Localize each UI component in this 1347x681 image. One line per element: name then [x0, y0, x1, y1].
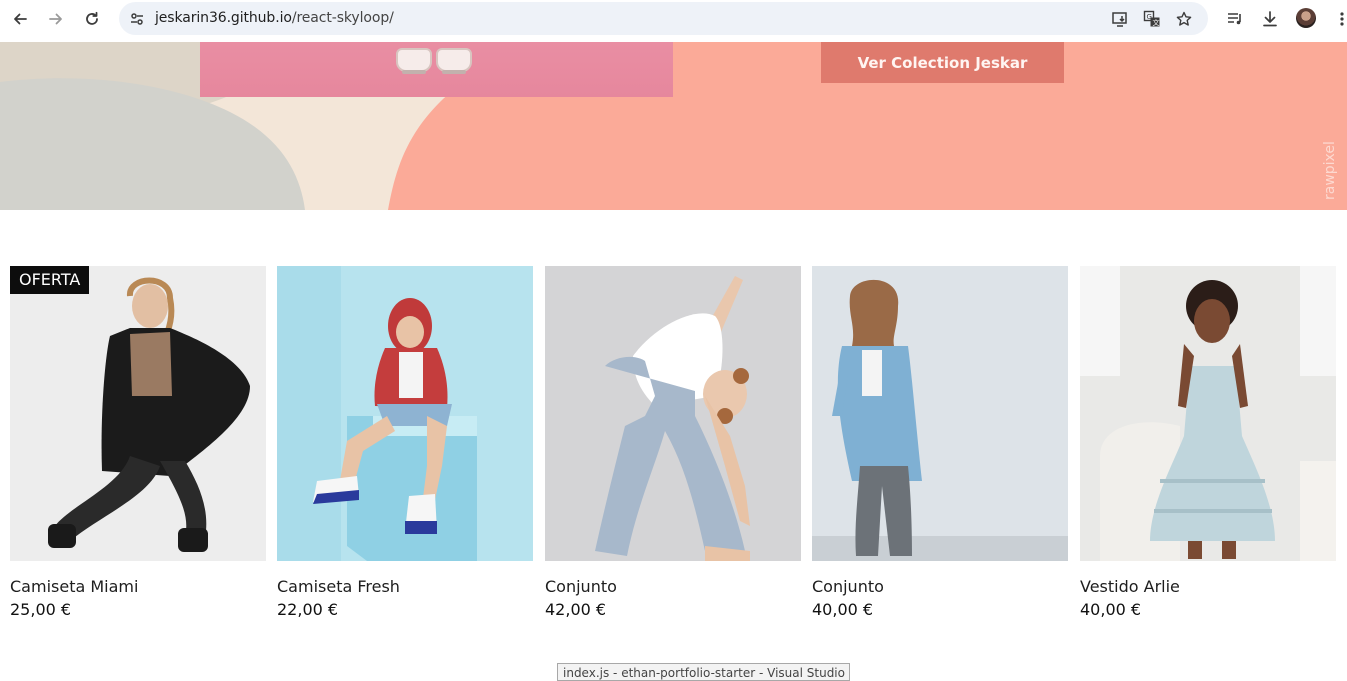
shoe-right — [436, 48, 472, 74]
product-name[interactable]: Conjunto — [545, 577, 617, 596]
product-price: 22,00 € — [277, 600, 339, 619]
hero-photo — [200, 42, 673, 97]
forward-arrow-icon[interactable] — [42, 5, 70, 33]
oferta-badge: OFERTA — [10, 266, 90, 294]
bookmark-star-icon[interactable] — [1170, 2, 1198, 35]
rawpixel-watermark: rawpixel — [1322, 141, 1338, 200]
product-image[interactable] — [1080, 266, 1336, 561]
product-card[interactable]: Conjunto 40,00 € — [812, 266, 1068, 619]
product-name[interactable]: Camiseta Miami — [10, 577, 138, 596]
download-icon[interactable] — [1256, 5, 1284, 33]
shoe-left — [396, 48, 432, 74]
product-name[interactable]: Conjunto — [812, 577, 884, 596]
product-price: 40,00 € — [1080, 600, 1142, 619]
browser-toolbar: jeskarin36.github.io/react-skyloop/ G文 — [0, 0, 1347, 38]
ver-colection-button[interactable]: Ver Colection Jeskar — [821, 42, 1064, 83]
translate-icon[interactable]: G文 — [1138, 2, 1166, 35]
product-name[interactable]: Vestido Arlie — [1080, 577, 1180, 596]
product-price: 42,00 € — [545, 600, 607, 619]
hero-banner: Ver Colection Jeskar rawpixel — [0, 42, 1347, 210]
product-card[interactable]: Camiseta Fresh 22,00 € — [277, 266, 533, 619]
install-app-icon[interactable] — [1106, 2, 1134, 35]
product-price: 40,00 € — [812, 600, 874, 619]
more-vert-icon[interactable] — [1328, 5, 1347, 33]
address-bar[interactable]: jeskarin36.github.io/react-skyloop/ G文 — [119, 2, 1208, 35]
back-arrow-icon[interactable] — [6, 5, 34, 33]
product-card[interactable]: OFERTA Camiseta Miami 25,00 € — [10, 266, 266, 619]
product-price: 25,00 € — [10, 600, 72, 619]
site-settings-icon[interactable] — [123, 2, 151, 35]
url-path: /react-skyloop/ — [291, 10, 394, 26]
url-host: jeskarin36.github.io — [155, 10, 292, 26]
taskbar-tooltip: index.js - ethan-portfolio-starter - Vis… — [557, 663, 850, 681]
product-image[interactable] — [545, 266, 801, 561]
url-text[interactable]: jeskarin36.github.io/react-skyloop/ — [155, 10, 394, 26]
reload-icon[interactable] — [78, 5, 106, 33]
svg-text:文: 文 — [1153, 18, 1160, 27]
product-card[interactable]: Vestido Arlie 40,00 € — [1080, 266, 1336, 619]
page-viewport: Ver Colection Jeskar rawpixel OFERTA Cam… — [0, 42, 1347, 678]
product-card[interactable]: Conjunto 42,00 € — [545, 266, 801, 619]
profile-avatar[interactable] — [1296, 8, 1316, 28]
product-image[interactable]: OFERTA — [10, 266, 266, 561]
product-image[interactable] — [277, 266, 533, 561]
product-name[interactable]: Camiseta Fresh — [277, 577, 400, 596]
product-image[interactable] — [812, 266, 1068, 561]
product-grid: OFERTA Camiseta Miami 25,00 € Camiseta F… — [0, 266, 1347, 626]
svg-text:G: G — [1147, 13, 1152, 21]
media-control-icon[interactable] — [1221, 5, 1249, 33]
